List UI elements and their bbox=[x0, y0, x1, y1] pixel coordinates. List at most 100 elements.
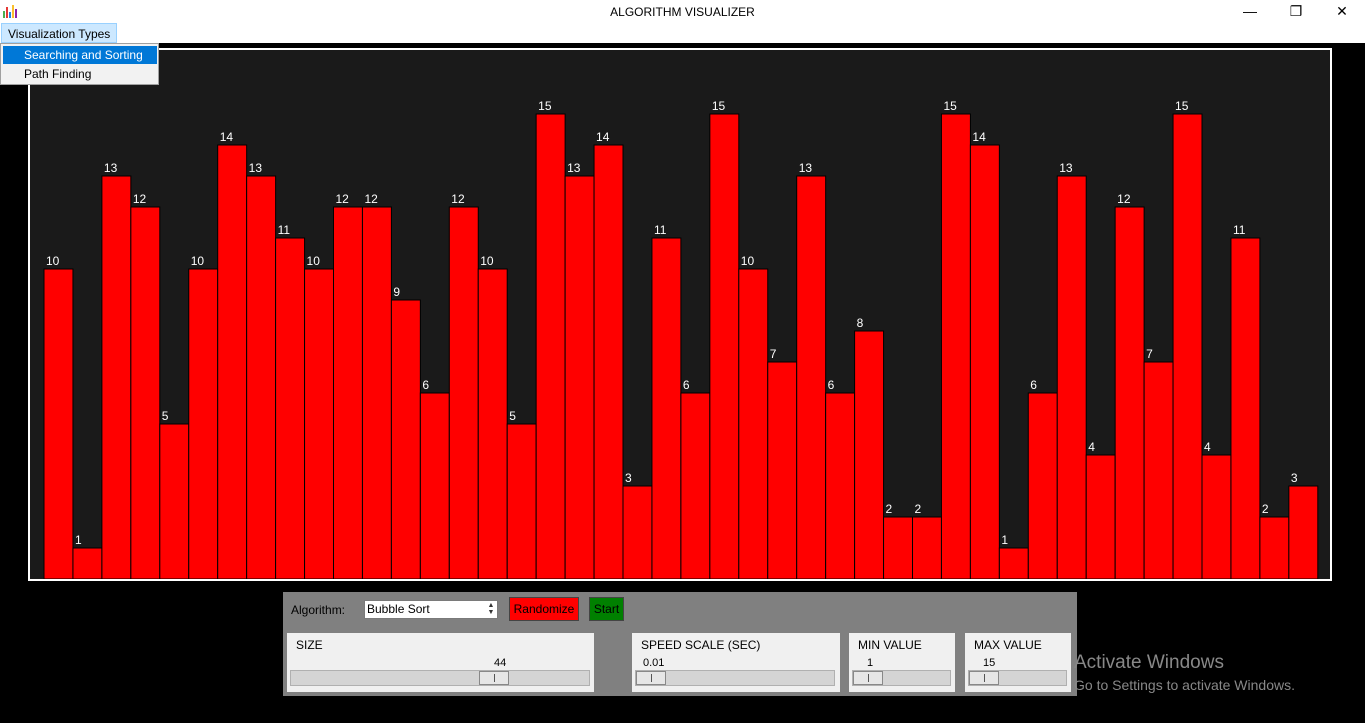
bar bbox=[998, 547, 1029, 579]
bar-value-label: 11 bbox=[654, 223, 667, 237]
bar-value-label: 1 bbox=[1001, 533, 1008, 547]
bar-value-label: 13 bbox=[799, 161, 813, 175]
bar bbox=[506, 423, 537, 579]
randomize-button[interactable]: Randomize bbox=[509, 597, 579, 621]
bar-value-label: 6 bbox=[422, 378, 429, 392]
menu-item-searching-and-sorting[interactable]: Searching and Sorting bbox=[3, 46, 157, 64]
bar-value-label: 1 bbox=[75, 533, 82, 547]
bar bbox=[680, 392, 711, 579]
bar-value-label: 5 bbox=[509, 409, 516, 423]
speed-slider-thumb[interactable] bbox=[636, 671, 666, 685]
bar-value-label: 15 bbox=[1175, 99, 1189, 113]
menu-item-path-finding[interactable]: Path Finding bbox=[3, 65, 157, 83]
bar-value-label: 12 bbox=[133, 192, 147, 206]
bar-value-label: 4 bbox=[1204, 440, 1211, 454]
bar bbox=[825, 392, 856, 579]
bar-value-label: 13 bbox=[104, 161, 118, 175]
bar bbox=[883, 516, 913, 579]
bar bbox=[246, 175, 277, 579]
bar bbox=[43, 268, 74, 579]
bar bbox=[333, 206, 363, 579]
size-value: 44 bbox=[494, 657, 507, 669]
min-value-slider-thumb[interactable] bbox=[853, 671, 883, 685]
size-panel: SIZE 44 bbox=[287, 633, 594, 692]
bar-value-label: 13 bbox=[567, 161, 581, 175]
bar bbox=[419, 392, 450, 579]
menu-visualization-types[interactable]: Visualization Types bbox=[1, 23, 118, 43]
bar-value-label: 11 bbox=[278, 223, 291, 237]
bar-value-label: 7 bbox=[1146, 347, 1153, 361]
bar-value-label: 2 bbox=[886, 502, 893, 516]
algorithm-select[interactable]: Bubble Sort ▲ ▼ bbox=[364, 600, 498, 619]
speed-value: 0.01 bbox=[643, 657, 665, 669]
min-value-title: MIN VALUE bbox=[858, 638, 922, 652]
bar bbox=[275, 237, 306, 579]
bar bbox=[564, 175, 595, 579]
bar bbox=[651, 237, 682, 579]
bar-value-label: 6 bbox=[683, 378, 690, 392]
bar bbox=[1114, 206, 1145, 579]
close-button[interactable]: ✕ bbox=[1319, 0, 1365, 23]
bar bbox=[940, 113, 971, 579]
bar-value-label: 8 bbox=[857, 316, 864, 330]
bar bbox=[101, 175, 132, 579]
bar-value-label: 2 bbox=[1262, 502, 1269, 516]
bar bbox=[390, 299, 421, 579]
bar bbox=[188, 268, 219, 579]
max-value-slider-thumb[interactable] bbox=[969, 671, 999, 685]
activate-windows-title: Activate Windows bbox=[1074, 652, 1224, 673]
bar bbox=[477, 268, 508, 579]
bar-value-label: 5 bbox=[162, 409, 169, 423]
menu-bar: Visualization Types bbox=[0, 23, 1365, 43]
bar-value-label: 12 bbox=[451, 192, 465, 206]
visualization-types-dropdown: Searching and Sorting Path Finding bbox=[0, 43, 159, 85]
max-value-slider[interactable] bbox=[968, 670, 1067, 686]
bar-value-label: 12 bbox=[336, 192, 350, 206]
bar bbox=[1259, 516, 1290, 579]
bar bbox=[448, 206, 479, 579]
bar-value-label: 3 bbox=[1291, 471, 1298, 485]
bar-value-label: 14 bbox=[596, 130, 610, 144]
size-slider[interactable] bbox=[290, 670, 590, 686]
speed-slider[interactable] bbox=[635, 670, 835, 686]
size-slider-thumb[interactable] bbox=[478, 671, 509, 685]
bar-value-label: 14 bbox=[972, 130, 986, 144]
bar-value-label: 13 bbox=[1059, 161, 1073, 175]
min-value-value: 1 bbox=[867, 657, 874, 669]
bar-value-label: 14 bbox=[220, 130, 234, 144]
bar bbox=[304, 268, 334, 579]
bar-value-label: 11 bbox=[1233, 223, 1246, 237]
bar-value-label: 12 bbox=[364, 192, 378, 206]
speed-panel: SPEED SCALE (SEC) 0.01 bbox=[632, 633, 840, 692]
title-bar: ALGORITHM VISUALIZER — ❐ ✕ bbox=[0, 0, 1365, 23]
min-value-panel: MIN VALUE 1 bbox=[849, 633, 955, 692]
activate-windows-subtitle: Go to Settings to activate Windows. bbox=[1074, 677, 1295, 693]
minimize-button[interactable]: — bbox=[1227, 0, 1273, 23]
bar bbox=[1143, 361, 1174, 579]
start-button[interactable]: Start bbox=[589, 597, 624, 621]
bar-value-label: 15 bbox=[943, 99, 957, 113]
min-value-slider[interactable] bbox=[852, 670, 951, 686]
bar bbox=[1027, 392, 1058, 579]
maximize-button[interactable]: ❐ bbox=[1273, 0, 1319, 23]
bar-value-label: 2 bbox=[915, 502, 922, 516]
bar-value-label: 10 bbox=[480, 254, 494, 268]
bar-value-label: 15 bbox=[712, 99, 726, 113]
bar-value-label: 10 bbox=[46, 254, 60, 268]
bar bbox=[767, 361, 798, 579]
max-value-panel: MAX VALUE 15 bbox=[965, 633, 1071, 692]
bar bbox=[796, 175, 827, 579]
bar bbox=[969, 144, 1000, 579]
bar bbox=[72, 547, 103, 579]
spinner-arrows-icon[interactable]: ▲ ▼ bbox=[486, 602, 496, 617]
controls-panel: Algorithm: Bubble Sort ▲ ▼ Randomize Star… bbox=[283, 592, 1077, 696]
max-value-title: MAX VALUE bbox=[974, 638, 1042, 652]
bar bbox=[159, 423, 190, 579]
algorithm-label: Algorithm: bbox=[291, 603, 346, 617]
bar-value-label: 6 bbox=[1030, 378, 1037, 392]
bar bbox=[1085, 454, 1116, 579]
bar-value-label: 3 bbox=[625, 471, 632, 485]
bar bbox=[593, 144, 624, 579]
bar bbox=[1172, 113, 1203, 579]
bar-value-label: 6 bbox=[828, 378, 835, 392]
